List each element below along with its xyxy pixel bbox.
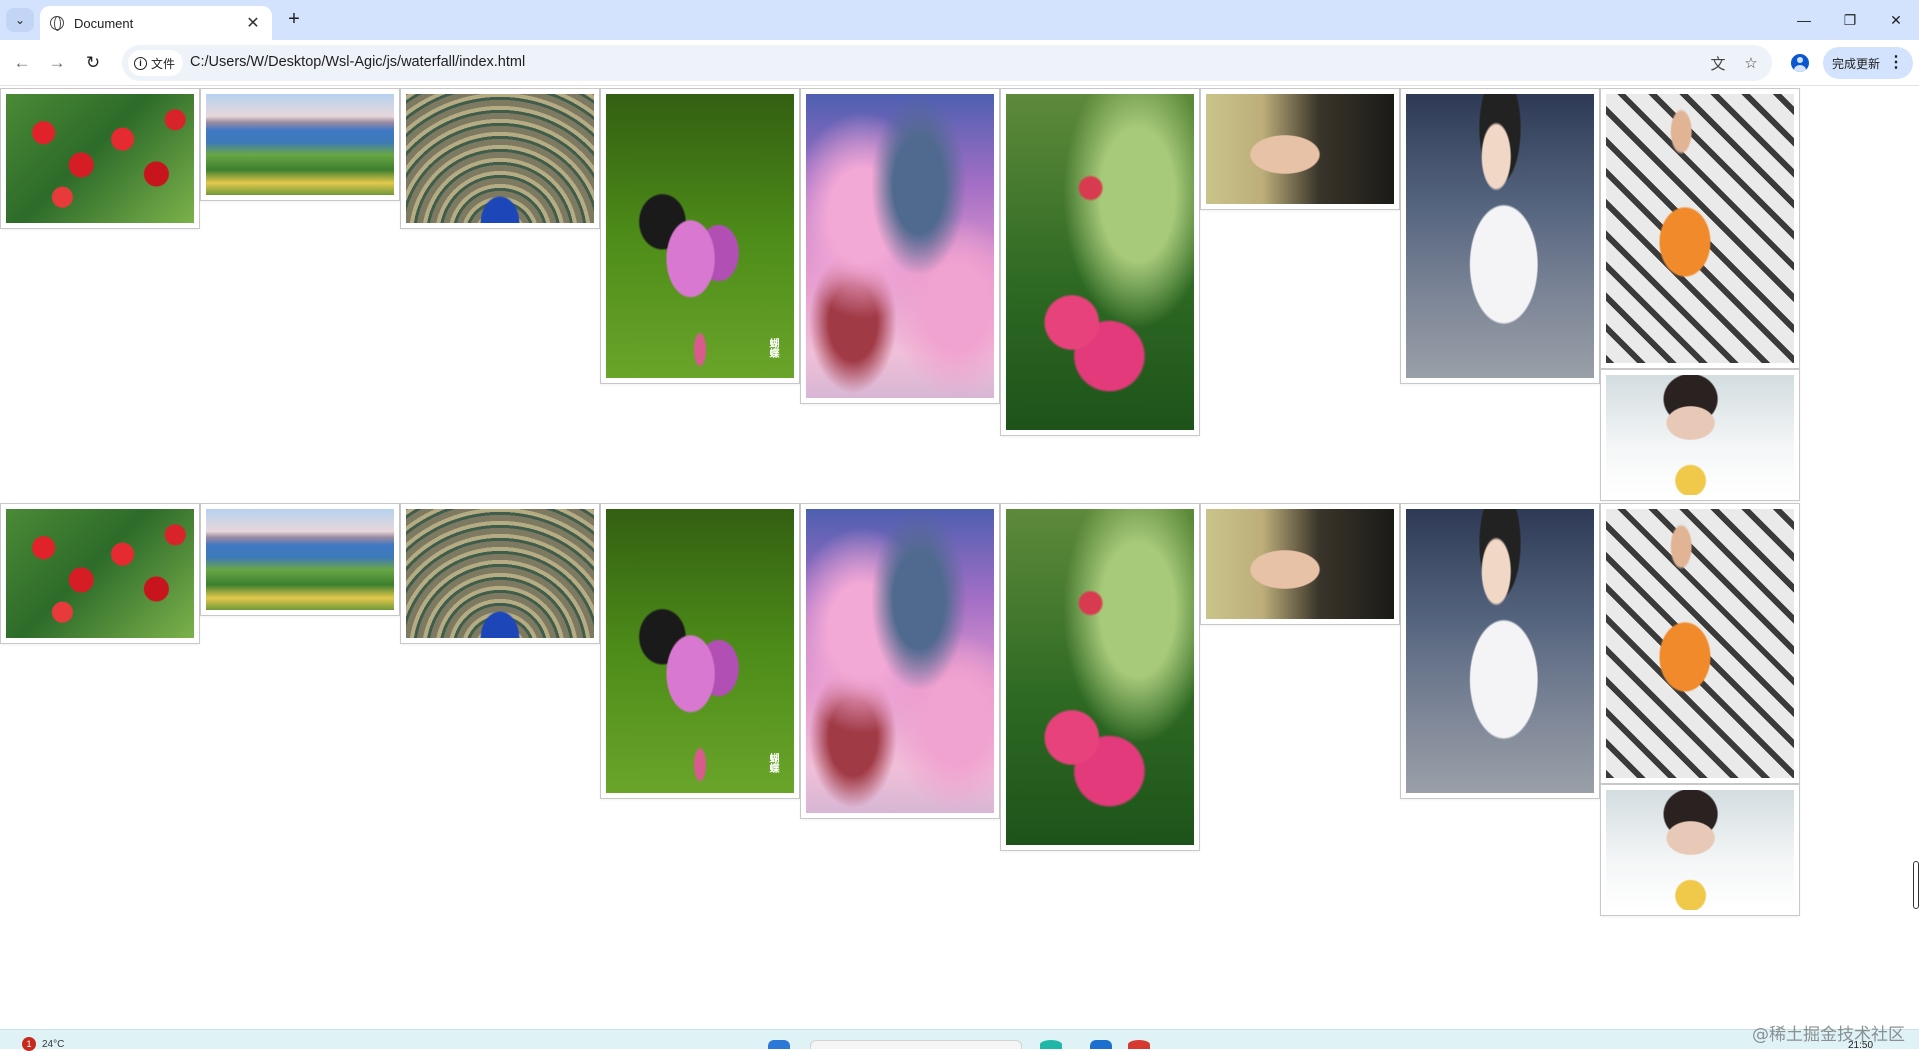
peony-image xyxy=(1006,509,1194,845)
app-icon[interactable] xyxy=(1090,1040,1112,1049)
butterfly-caption: 蝴蝶 xyxy=(767,338,778,358)
girl-white-shirt-image xyxy=(1406,509,1594,793)
waterfall-item xyxy=(1200,503,1400,625)
girl-on-bed-image xyxy=(1606,375,1794,495)
taskbar-search[interactable] xyxy=(810,1040,1022,1049)
tab-search-button[interactable]: ⌄ xyxy=(6,8,34,32)
waterfall-item xyxy=(1200,88,1400,210)
girl-on-bed-image xyxy=(1606,790,1794,910)
scrollbar-thumb[interactable] xyxy=(1913,861,1919,909)
waterfall-item xyxy=(800,88,1000,404)
waterfall-item xyxy=(0,88,200,229)
woman-orange-dress-image xyxy=(1606,509,1794,778)
waterfall-item xyxy=(1600,784,1800,916)
woman-portrait-image xyxy=(1206,509,1394,619)
waterfall-item xyxy=(200,503,400,616)
woman-portrait-image xyxy=(1206,94,1394,204)
close-window-button[interactable]: ✕ xyxy=(1873,0,1919,40)
info-icon: i xyxy=(134,56,147,70)
tab-title: Document xyxy=(74,15,134,31)
waterfall-item xyxy=(400,88,600,229)
minimize-button[interactable]: — xyxy=(1781,0,1827,40)
waterfall-item xyxy=(1400,88,1600,384)
butterfly-image: 蝴蝶 xyxy=(606,509,794,793)
address-bar[interactable]: i 文件 C:/Users/W/Desktop/Wsl-Agic/js/wate… xyxy=(122,45,1772,81)
waterfall-item xyxy=(1600,369,1800,501)
fantasy-village-image xyxy=(806,94,994,398)
peony-image xyxy=(1006,94,1194,430)
lake-landscape-image xyxy=(206,509,394,610)
update-label: 完成更新 xyxy=(1831,56,1880,71)
waterfall-item xyxy=(1000,503,1200,851)
restore-button[interactable]: ❐ xyxy=(1827,0,1873,40)
butterfly-image: 蝴蝶 xyxy=(606,94,794,378)
security-chip[interactable]: i 文件 xyxy=(128,50,184,76)
more-menu-icon: ⋮ xyxy=(1888,54,1904,71)
waterfall-item xyxy=(800,503,1000,819)
girl-white-shirt-image xyxy=(1406,94,1594,378)
forward-button[interactable]: → xyxy=(44,50,70,76)
chevron-down-icon: ⌄ xyxy=(14,13,26,27)
waterfall-item: 蝴蝶 xyxy=(600,88,800,384)
cherries-image xyxy=(6,509,194,638)
url-text[interactable]: C:/Users/W/Desktop/Wsl-Agic/js/waterfall… xyxy=(190,54,525,70)
tab-document[interactable]: Document ✕ xyxy=(40,6,272,40)
tab-close-icon[interactable]: ✕ xyxy=(244,13,262,33)
globe-icon xyxy=(50,16,64,31)
chrome-icon[interactable] xyxy=(1128,1040,1150,1049)
security-chip-label: 文件 xyxy=(151,56,176,71)
start-icon[interactable] xyxy=(768,1040,790,1049)
waterfall-item: 蝴蝶 xyxy=(600,503,800,799)
peacock-image xyxy=(406,509,594,638)
app-icon[interactable] xyxy=(1040,1040,1062,1049)
woman-orange-dress-image xyxy=(1606,94,1794,363)
back-button[interactable]: ← xyxy=(9,50,35,76)
waterfall-item xyxy=(400,503,600,644)
waterfall-item xyxy=(1600,88,1800,369)
tab-strip: ⌄ Document ✕ + — ❐ ✕ xyxy=(0,0,1919,40)
peacock-image xyxy=(406,94,594,223)
cherries-image xyxy=(6,94,194,223)
waterfall-item xyxy=(0,503,200,644)
waterfall-item xyxy=(1400,503,1600,799)
waterfall-container: 蝴蝶 蝴蝶 xyxy=(0,87,1919,1029)
weather-temperature: 24°C xyxy=(42,1038,65,1050)
star-icon[interactable]: ☆ xyxy=(1740,52,1762,74)
watermark: @稀土掘金技术社区 xyxy=(1752,1025,1905,1045)
fantasy-village-image xyxy=(806,509,994,813)
profile-button[interactable] xyxy=(1787,50,1813,76)
profile-icon xyxy=(1791,54,1809,72)
reload-button[interactable]: ↻ xyxy=(80,50,106,76)
waterfall-item xyxy=(1000,88,1200,436)
browser-toolbar: ← → ↻ i 文件 C:/Users/W/Desktop/Wsl-Agic/j… xyxy=(0,40,1919,86)
new-tab-button[interactable]: + xyxy=(282,8,306,32)
waterfall-item xyxy=(1600,503,1800,784)
waterfall-item xyxy=(200,88,400,201)
lake-landscape-image xyxy=(206,94,394,195)
translate-icon[interactable]: 文 xyxy=(1707,52,1729,74)
butterfly-caption: 蝴蝶 xyxy=(767,753,778,773)
update-button[interactable]: 完成更新 ⋮ xyxy=(1823,47,1913,79)
